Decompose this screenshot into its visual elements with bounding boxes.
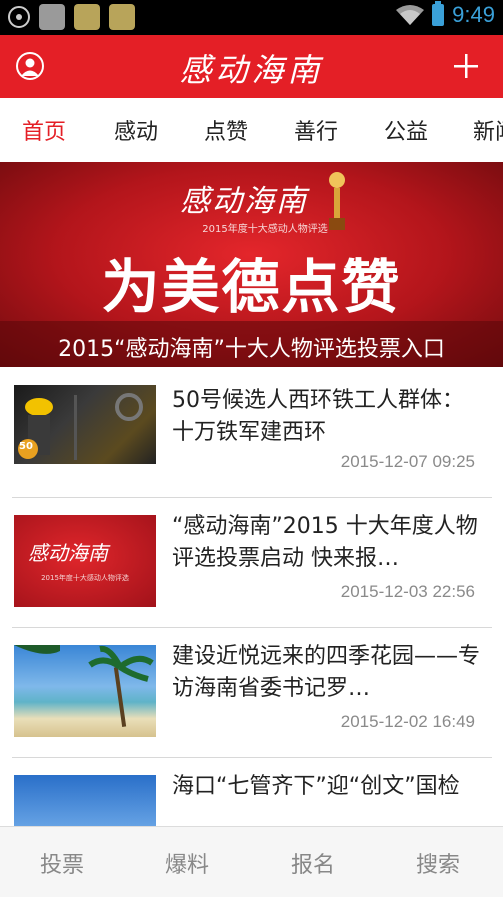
plus-icon[interactable] [451,51,481,81]
news-list: 50 50号候选人西环铁工人群体：十万铁军建西环 2015-12-07 09:2… [0,367,503,826]
tab-news[interactable]: 新闻 [473,114,503,146]
weather-app-icon [109,4,135,30]
nav-search[interactable]: 搜索 [416,847,460,879]
wifi-icon [396,5,425,25]
list-item[interactable]: 50 50号候选人西环铁工人群体：十万铁军建西环 2015-12-07 09:2… [12,367,492,498]
nav-register[interactable]: 报名 [291,847,335,879]
list-item[interactable]: 建设近悦远来的四季花园——专访海南省委书记罗… 2015-12-02 16:49 [12,627,492,758]
notification-icons [8,4,135,30]
banner-headline: 为美德点赞 [101,253,402,321]
news-title: “感动海南”2015 十大年度人物评选投票启动 快来报… [172,514,478,571]
tab-like[interactable]: 点赞 [204,114,248,146]
tab-good-deeds[interactable]: 善行 [294,114,338,146]
banner-caption-bar: 2015“感动海南”十大人物评选投票入口 [0,321,503,367]
banner-logo-text: 感动海南 [180,184,308,219]
battery-icon [432,1,445,26]
thumb-subtitle: 2015年度十大感动人物评选 [41,574,129,582]
tab-home[interactable]: 首页 [22,114,66,146]
featured-banner[interactable]: 感动海南 2015年度十大感动人物评选 为美德点赞 2015“感动海南”十大人物… [0,162,503,367]
gps-icon [8,6,30,28]
news-thumbnail [14,645,156,737]
news-title: 建设近悦远来的四季花园——专访海南省委书记罗… [172,644,481,701]
news-title: 海口“七管齐下”迎“创文”国检 [172,774,460,799]
tab-charity[interactable]: 公益 [384,114,428,146]
news-thumbnail [14,775,156,826]
nav-vote[interactable]: 投票 [40,847,84,879]
list-item[interactable]: 感动海南 2015年度十大感动人物评选 “感动海南”2015 十大年度人物评选投… [12,497,492,628]
status-bar: 9:49 [0,0,503,35]
weather-app-icon [74,4,100,30]
news-title: 50号候选人西环铁工人群体：十万铁军建西环 [172,388,464,445]
category-tabs: 首页 感动 点赞 善行 公益 新闻 [0,98,503,163]
app-notification-icon [39,4,65,30]
thumb-logo-text: 感动海南 [28,541,108,565]
thumb-badge: 50 [19,441,33,452]
nav-tip-off[interactable]: 爆料 [165,847,209,879]
tab-touching[interactable]: 感动 [114,114,158,146]
news-date: 2015-12-07 09:25 [340,452,475,471]
banner-subtitle: 2015年度十大感动人物评选 [202,224,328,235]
app-header: 感动海南 [0,35,503,98]
news-date: 2015-12-03 22:56 [340,582,475,601]
clock: 9:49 [452,2,495,27]
news-date: 2015-12-02 16:49 [340,712,475,731]
news-thumbnail: 感动海南 2015年度十大感动人物评选 [14,515,156,607]
app-title: 感动海南 [179,51,324,89]
news-thumbnail: 50 [14,385,156,464]
list-item[interactable]: 海口“七管齐下”迎“创文”国检 [12,757,492,826]
bottom-nav: 投票 爆料 报名 搜索 [0,826,503,897]
banner-caption: 2015“感动海南”十大人物评选投票入口 [58,337,445,362]
